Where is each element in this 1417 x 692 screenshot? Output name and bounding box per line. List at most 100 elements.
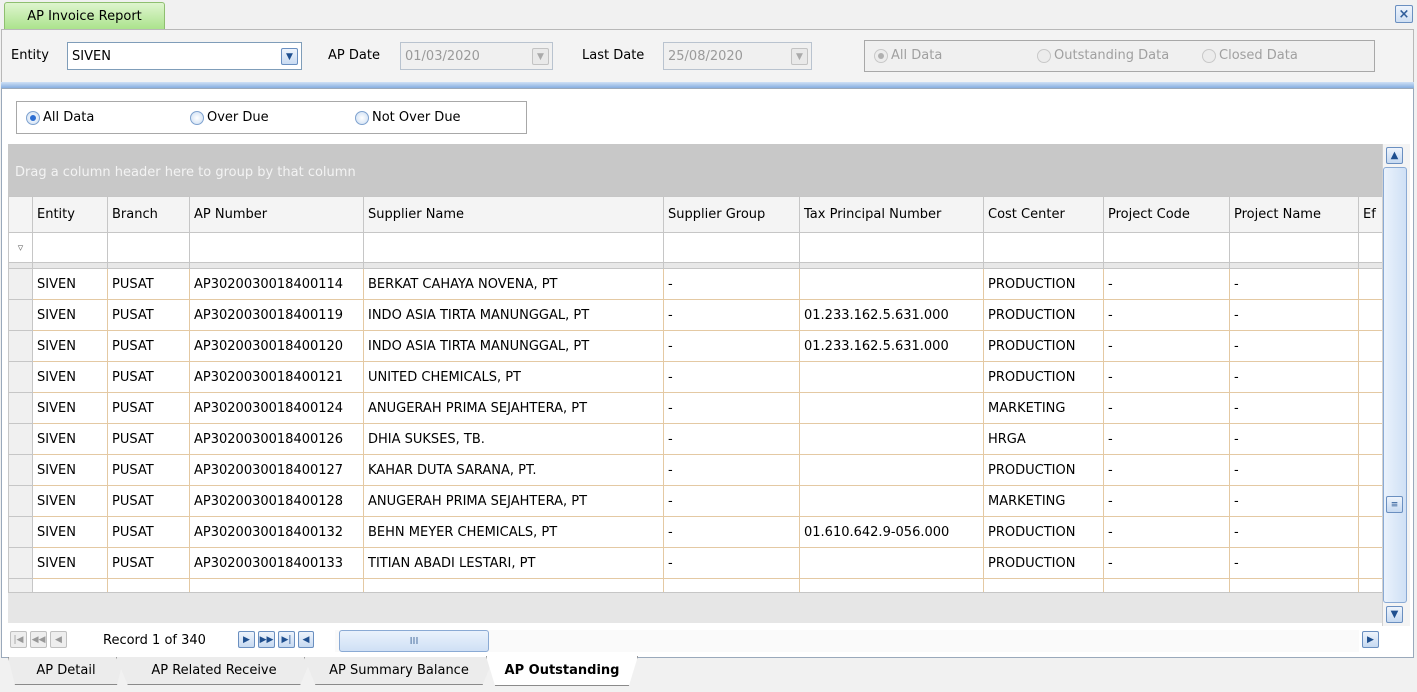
table-cell[interactable] bbox=[1358, 423, 1382, 455]
row-indicator[interactable] bbox=[8, 547, 33, 579]
table-cell[interactable]: - bbox=[663, 516, 800, 548]
table-cell[interactable]: AP3020030018400124 bbox=[189, 392, 364, 424]
table-cell[interactable]: - bbox=[1103, 454, 1230, 486]
table-cell[interactable]: - bbox=[1103, 485, 1230, 517]
table-cell[interactable] bbox=[799, 454, 984, 486]
radio-all-data[interactable]: All Data bbox=[874, 48, 942, 63]
row-indicator[interactable] bbox=[8, 299, 33, 331]
filter-cell[interactable] bbox=[363, 232, 664, 263]
table-cell[interactable]: AP3020030018400127 bbox=[189, 454, 364, 486]
filter-icon[interactable]: ▿ bbox=[8, 232, 33, 263]
table-cell[interactable]: - bbox=[1229, 485, 1359, 517]
previous-page-icon[interactable]: ◀◀ bbox=[30, 631, 47, 648]
first-record-icon[interactable]: |◀ bbox=[10, 631, 27, 648]
column-header[interactable]: Cost Center bbox=[983, 196, 1104, 233]
table-row[interactable]: SIVEN PUSAT AP3020030018400127 KAHAR DUTA S… bbox=[8, 454, 1382, 486]
table-cell[interactable] bbox=[1358, 392, 1382, 424]
table-cell[interactable]: AP3020030018400126 bbox=[189, 423, 364, 455]
table-cell[interactable]: BEHN MEYER CHEMICALS, PT bbox=[363, 516, 664, 548]
table-cell[interactable] bbox=[1358, 268, 1382, 300]
table-cell[interactable]: INDO ASIA TIRTA MANUNGGAL, PT bbox=[363, 299, 664, 331]
table-cell[interactable] bbox=[1358, 361, 1382, 393]
radio-closed-data[interactable]: Closed Data bbox=[1202, 48, 1298, 63]
table-cell[interactable]: MARKETING bbox=[983, 392, 1104, 424]
table-cell[interactable]: PUSAT bbox=[107, 485, 190, 517]
table-cell[interactable] bbox=[107, 578, 190, 592]
table-row[interactable]: SIVEN PUSAT AP3020030018400121 UNITED CHEMI… bbox=[8, 361, 1382, 393]
chevron-down-icon[interactable]: ▼ bbox=[532, 48, 549, 65]
table-row[interactable]: SIVEN PUSAT AP3020030018400132 BEHN MEYER C… bbox=[8, 516, 1382, 548]
tab-ap-outstanding[interactable]: AP Outstanding bbox=[486, 656, 638, 686]
table-cell[interactable] bbox=[363, 578, 664, 592]
table-cell[interactable]: SIVEN bbox=[32, 516, 108, 548]
filter-cell[interactable] bbox=[1229, 232, 1359, 263]
table-cell[interactable] bbox=[1358, 547, 1382, 579]
table-cell[interactable]: BERKAT CAHAYA NOVENA, PT bbox=[363, 268, 664, 300]
table-cell[interactable]: PUSAT bbox=[107, 516, 190, 548]
last-date-field[interactable]: 25/08/2020 ▼ bbox=[663, 42, 812, 70]
chevron-down-icon[interactable]: ▼ bbox=[791, 48, 808, 65]
table-cell[interactable]: - bbox=[663, 547, 800, 579]
table-cell[interactable]: HRGA bbox=[983, 423, 1104, 455]
table-cell[interactable]: PRODUCTION bbox=[983, 361, 1104, 393]
radio-over-due[interactable]: Over Due bbox=[190, 110, 269, 125]
column-header[interactable]: AP Number bbox=[189, 196, 364, 233]
table-cell[interactable]: - bbox=[1103, 516, 1230, 548]
table-cell[interactable] bbox=[1358, 578, 1382, 592]
table-cell[interactable]: SIVEN bbox=[32, 361, 108, 393]
row-indicator[interactable] bbox=[8, 361, 33, 393]
table-cell[interactable]: SIVEN bbox=[32, 330, 108, 362]
table-cell[interactable]: 01.233.162.5.631.000 bbox=[799, 299, 984, 331]
table-cell[interactable]: PUSAT bbox=[107, 423, 190, 455]
table-row[interactable]: SIVEN PUSAT AP3020030018400114 BERKAT CAHAY… bbox=[8, 268, 1382, 300]
table-cell[interactable]: - bbox=[1229, 361, 1359, 393]
previous-record-icon[interactable]: ◀ bbox=[50, 631, 67, 648]
table-cell[interactable]: - bbox=[1229, 268, 1359, 300]
tab-ap-detail[interactable]: AP Detail bbox=[8, 657, 124, 685]
row-indicator[interactable] bbox=[8, 392, 33, 424]
tab-ap-summary-balance[interactable]: AP Summary Balance bbox=[304, 657, 494, 685]
column-header[interactable]: Tax Principal Number bbox=[799, 196, 984, 233]
table-cell[interactable]: DHIA SUKSES, TB. bbox=[363, 423, 664, 455]
table-cell[interactable] bbox=[799, 423, 984, 455]
table-cell[interactable]: - bbox=[663, 361, 800, 393]
row-indicator[interactable] bbox=[8, 330, 33, 362]
table-cell[interactable]: - bbox=[1229, 423, 1359, 455]
table-cell[interactable]: AP3020030018400133 bbox=[189, 547, 364, 579]
chevron-down-icon[interactable]: ▼ bbox=[281, 48, 298, 65]
ap-date-field[interactable]: 01/03/2020 ▼ bbox=[400, 42, 553, 70]
vertical-scroll-thumb[interactable] bbox=[1383, 167, 1407, 603]
table-cell[interactable] bbox=[1358, 454, 1382, 486]
filter-cell[interactable] bbox=[799, 232, 984, 263]
table-cell[interactable]: - bbox=[1229, 547, 1359, 579]
scroll-left-icon[interactable]: ◀ bbox=[298, 631, 314, 648]
table-cell[interactable]: - bbox=[1229, 330, 1359, 362]
table-cell[interactable]: PUSAT bbox=[107, 547, 190, 579]
table-cell[interactable]: - bbox=[1229, 454, 1359, 486]
table-cell[interactable]: - bbox=[1103, 330, 1230, 362]
table-cell[interactable]: SIVEN bbox=[32, 392, 108, 424]
table-cell[interactable] bbox=[1103, 578, 1230, 592]
row-indicator[interactable] bbox=[8, 485, 33, 517]
table-cell[interactable]: - bbox=[663, 392, 800, 424]
table-cell[interactable]: - bbox=[663, 299, 800, 331]
table-cell[interactable] bbox=[1229, 578, 1359, 592]
table-cell[interactable]: - bbox=[663, 268, 800, 300]
filter-cell[interactable] bbox=[1358, 232, 1382, 263]
radio-all-data-due[interactable]: All Data bbox=[26, 110, 94, 125]
table-cell[interactable]: - bbox=[663, 330, 800, 362]
table-cell[interactable]: - bbox=[1229, 392, 1359, 424]
filter-cell[interactable] bbox=[107, 232, 190, 263]
horizontal-scroll-thumb[interactable]: III bbox=[339, 630, 489, 652]
row-indicator[interactable] bbox=[8, 454, 33, 486]
table-cell[interactable]: SIVEN bbox=[32, 268, 108, 300]
table-row[interactable]: SIVEN PUSAT AP3020030018400124 ANUGERAH PRI… bbox=[8, 392, 1382, 424]
filter-cell[interactable] bbox=[663, 232, 800, 263]
table-cell[interactable]: PRODUCTION bbox=[983, 547, 1104, 579]
table-cell[interactable]: - bbox=[1103, 392, 1230, 424]
table-cell[interactable] bbox=[189, 578, 364, 592]
table-cell[interactable]: AP3020030018400119 bbox=[189, 299, 364, 331]
table-cell[interactable] bbox=[983, 578, 1104, 592]
table-cell[interactable]: - bbox=[1103, 547, 1230, 579]
table-cell[interactable]: INDO ASIA TIRTA MANUNGGAL, PT bbox=[363, 330, 664, 362]
